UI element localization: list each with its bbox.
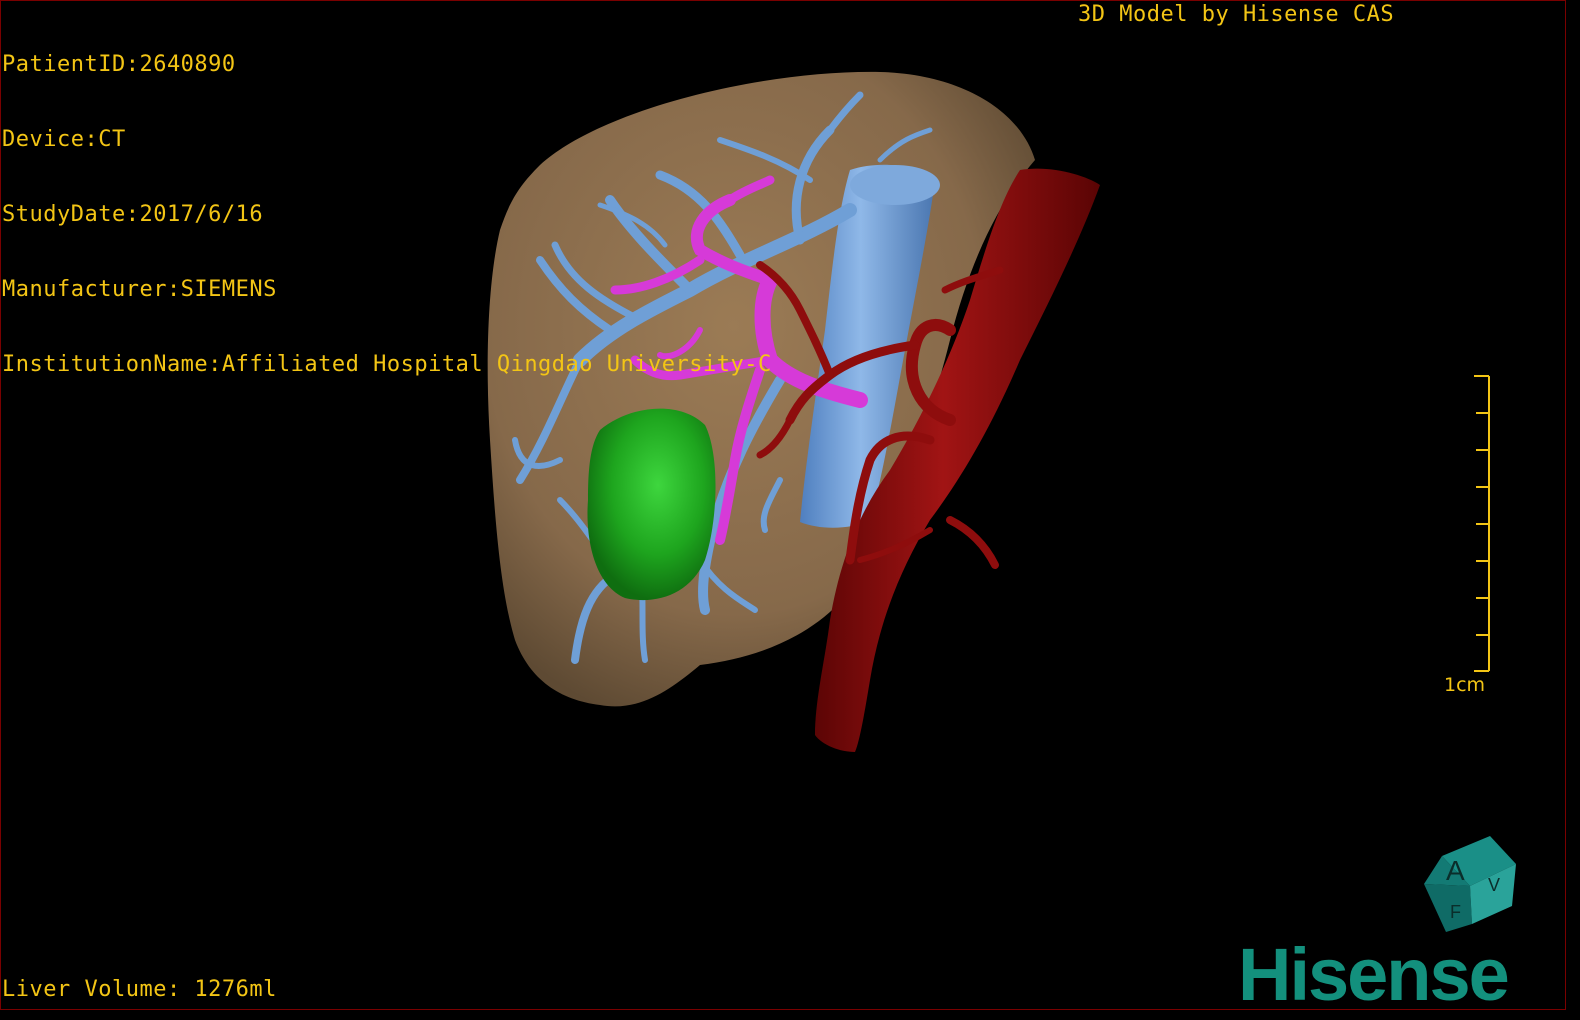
cube-label-f: F bbox=[1450, 902, 1461, 922]
hisense-logo: Hisense bbox=[1238, 933, 1510, 1016]
institution-name: InstitutionName:Affiliated Hospital Qing… bbox=[2, 352, 772, 377]
scale-bar-label: 1cm bbox=[1444, 674, 1486, 696]
device: Device:CT bbox=[2, 127, 126, 152]
cube-label-a: A bbox=[1446, 855, 1465, 886]
ivc-top bbox=[850, 165, 940, 205]
cube-front-face bbox=[1424, 884, 1472, 932]
manufacturer: Manufacturer:SIEMENS bbox=[2, 277, 277, 302]
study-date: StudyDate:2017/6/16 bbox=[2, 202, 264, 227]
patient-id: PatientID:2640890 bbox=[2, 52, 236, 77]
scale-bar bbox=[1474, 375, 1490, 672]
liver-volume: Liver Volume: 1276ml bbox=[2, 977, 277, 1002]
orientation-cube[interactable]: A V F bbox=[1420, 836, 1520, 936]
dicom-info-overlay: PatientID:2640890 Device:CT StudyDate:20… bbox=[2, 2, 772, 402]
cube-label-v: V bbox=[1488, 875, 1500, 895]
tumor-model bbox=[587, 408, 716, 601]
model-credit: 3D Model by Hisense CAS bbox=[1078, 2, 1395, 27]
